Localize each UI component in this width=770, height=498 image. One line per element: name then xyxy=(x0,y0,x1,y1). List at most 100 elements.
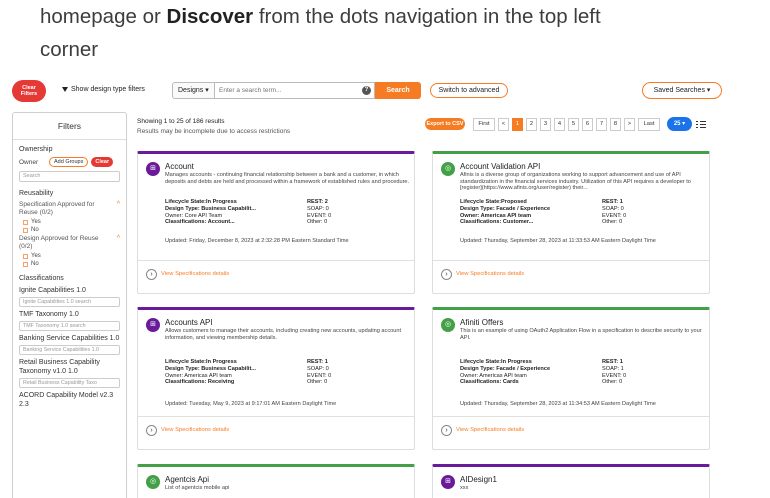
spec-approved-yes-checkbox[interactable]: Yes xyxy=(23,219,120,225)
spec-approved-no-checkbox[interactable]: No xyxy=(23,227,120,233)
checkbox-icon xyxy=(23,227,28,233)
first-page-button[interactable]: First xyxy=(473,117,495,131)
designs-select[interactable]: Designs ▾ xyxy=(172,82,215,99)
pagination: First < 1 2 3 4 5 6 7 8 > Last 25 ▾ xyxy=(473,117,706,131)
classification-retail: Retail Business Capability Taxonomy v1.0… xyxy=(19,359,100,375)
design-icon: ⊞ xyxy=(146,162,160,176)
reusability-heading: Reusability xyxy=(19,190,54,197)
card-footer: › View Specifications details xyxy=(138,260,414,293)
view-specifications-link[interactable]: View Specifications details xyxy=(456,271,524,277)
classification-retail-search[interactable]: Retail Business Capability Taxo xyxy=(19,378,120,388)
design-icon: ⊞ xyxy=(146,318,160,332)
chevron-right-icon[interactable]: › xyxy=(146,269,157,280)
next-page-button[interactable]: > xyxy=(624,117,635,131)
design-card-account[interactable]: ⊞ Account Manages accounts - continuing … xyxy=(137,151,415,294)
card-title[interactable]: Account Validation API xyxy=(460,162,540,171)
card-title[interactable]: Afiniti Offers xyxy=(460,318,503,327)
intro-line-1: homepage or Discover from the dots navig… xyxy=(40,5,601,28)
page-button-3[interactable]: 3 xyxy=(540,117,551,131)
chevron-right-icon[interactable]: › xyxy=(441,425,452,436)
design-card-aidesign1[interactable]: ⊞ AIDesign1 xxx xyxy=(432,464,710,498)
page-button-2[interactable]: 2 xyxy=(526,117,537,131)
search-toolbar: Clear Filters Show design type filters D… xyxy=(12,80,722,102)
card-description: Allows customers to manage their account… xyxy=(165,328,402,341)
card-description: Afinis is a diverse group of organizatio… xyxy=(460,172,691,192)
filters-panel: Filters Ownership Owner Add Groups Clear… xyxy=(12,112,127,498)
design-approved-filter[interactable]: Design Approved for Reuse ^ xyxy=(19,235,120,243)
card-footer: › View Specifications details xyxy=(433,416,709,449)
page-button-5[interactable]: 5 xyxy=(568,117,579,131)
card-title[interactable]: Agentcis Api xyxy=(165,475,209,484)
list-view-icon[interactable] xyxy=(696,120,706,129)
page-button-8[interactable]: 8 xyxy=(610,117,621,131)
design-card-account-validation-api[interactable]: ◎ Account Validation API Afinis is a div… xyxy=(432,151,710,294)
ownership-heading: Ownership xyxy=(19,146,53,153)
design-approved-no-checkbox[interactable]: No xyxy=(23,261,120,267)
card-updated: Updated: Thursday, September 28, 2023 at… xyxy=(460,238,656,244)
classifications-heading: Classifications xyxy=(19,275,64,282)
card-footer: › View Specifications details xyxy=(138,416,414,449)
classification-ignite-search[interactable]: Ignite Capabilities 1.0 search xyxy=(19,297,120,307)
card-updated: Updated: Friday, December 8, 2023 at 2:3… xyxy=(165,238,349,244)
view-specifications-link[interactable]: View Specifications details xyxy=(161,271,229,277)
per-page-select[interactable]: 25 ▾ xyxy=(667,117,692,131)
view-specifications-link[interactable]: View Specifications details xyxy=(456,427,524,433)
page-button-4[interactable]: 4 xyxy=(554,117,565,131)
card-updated: Updated: Thursday, September 28, 2023 at… xyxy=(460,401,656,407)
card-description: xxx xyxy=(460,485,469,491)
filters-title: Filters xyxy=(13,113,126,140)
results-note: Results may be incomplete due to access … xyxy=(137,128,291,135)
search-button[interactable]: Search xyxy=(375,82,421,99)
intro-text: homepage or Discover from the dots navig… xyxy=(40,0,760,66)
help-icon[interactable]: ? xyxy=(362,86,371,95)
switch-to-advanced-button[interactable]: Switch to advanced xyxy=(430,83,508,98)
card-footer: › View Specifications details xyxy=(433,260,709,293)
intro-line-2: corner xyxy=(40,38,99,61)
classification-tmf-search[interactable]: TMF Taxonomy 1.0 search xyxy=(19,321,120,331)
results-summary: Showing 1 to 25 of 186 results Results m… xyxy=(137,117,290,137)
design-icon: ⊞ xyxy=(441,475,455,489)
page-button-7[interactable]: 7 xyxy=(596,117,607,131)
chevron-right-icon[interactable]: › xyxy=(441,269,452,280)
intro-discover: Discover xyxy=(166,5,254,28)
chevron-right-icon[interactable]: › xyxy=(146,425,157,436)
card-title[interactable]: Accounts API xyxy=(165,318,213,327)
card-updated: Updated: Tuesday, May 9, 2023 at 9:17:01… xyxy=(165,401,337,407)
design-card-afiniti-offers[interactable]: ◎ Afiniti Offers This is an example of u… xyxy=(432,307,710,450)
classification-acord: ACORD Capability Model v2.3 2.3 xyxy=(19,392,114,408)
card-description: This is an example of using OAuth2 Appli… xyxy=(460,328,702,341)
chevron-up-icon[interactable]: ^ xyxy=(117,235,120,243)
page-button-6[interactable]: 6 xyxy=(582,117,593,131)
checkbox-icon xyxy=(23,253,28,259)
card-description: List of agentcis mobile api xyxy=(165,485,230,491)
design-icon: ◎ xyxy=(441,318,455,332)
export-csv-button[interactable]: Export to CSV xyxy=(425,118,465,130)
classification-banking-search[interactable]: Banking Service Capabilities 1.0 xyxy=(19,345,120,355)
prev-page-button[interactable]: < xyxy=(498,117,509,131)
classification-ignite: Ignite Capabilities 1.0 xyxy=(19,287,86,294)
add-groups-button[interactable]: Add Groups xyxy=(49,157,89,167)
design-card-accounts-api[interactable]: ⊞ Accounts API Allows customers to manag… xyxy=(137,307,415,450)
page-button-1[interactable]: 1 xyxy=(512,117,523,131)
results-count: Showing 1 to 25 of 186 results xyxy=(137,118,225,125)
card-title[interactable]: AIDesign1 xyxy=(460,475,497,484)
checkbox-icon xyxy=(23,261,28,267)
design-icon: ◎ xyxy=(441,162,455,176)
card-title[interactable]: Account xyxy=(165,162,194,171)
design-icon: ◎ xyxy=(146,475,160,489)
classification-tmf: TMF Taxonomy 1.0 xyxy=(19,311,79,318)
card-description: Manages accounts - continuing financial … xyxy=(165,172,410,185)
clear-filters-button[interactable]: Clear Filters xyxy=(12,80,46,102)
filter-icon xyxy=(62,86,68,92)
owner-clear-button[interactable]: Clear xyxy=(91,157,114,167)
chevron-up-icon[interactable]: ^ xyxy=(117,201,120,209)
spec-approved-filter[interactable]: Specification Approved for ^ xyxy=(19,201,120,209)
design-card-agentcis-api[interactable]: ◎ Agentcis Api List of agentcis mobile a… xyxy=(137,464,415,498)
show-design-type-filters-toggle[interactable]: Show design type filters xyxy=(62,86,145,93)
design-approved-yes-checkbox[interactable]: Yes xyxy=(23,253,120,259)
view-specifications-link[interactable]: View Specifications details xyxy=(161,427,229,433)
search-input[interactable] xyxy=(215,82,375,99)
owner-search-input[interactable]: Search xyxy=(19,171,120,182)
last-page-button[interactable]: Last xyxy=(638,117,660,131)
saved-searches-button[interactable]: Saved Searches ▾ xyxy=(642,82,722,99)
